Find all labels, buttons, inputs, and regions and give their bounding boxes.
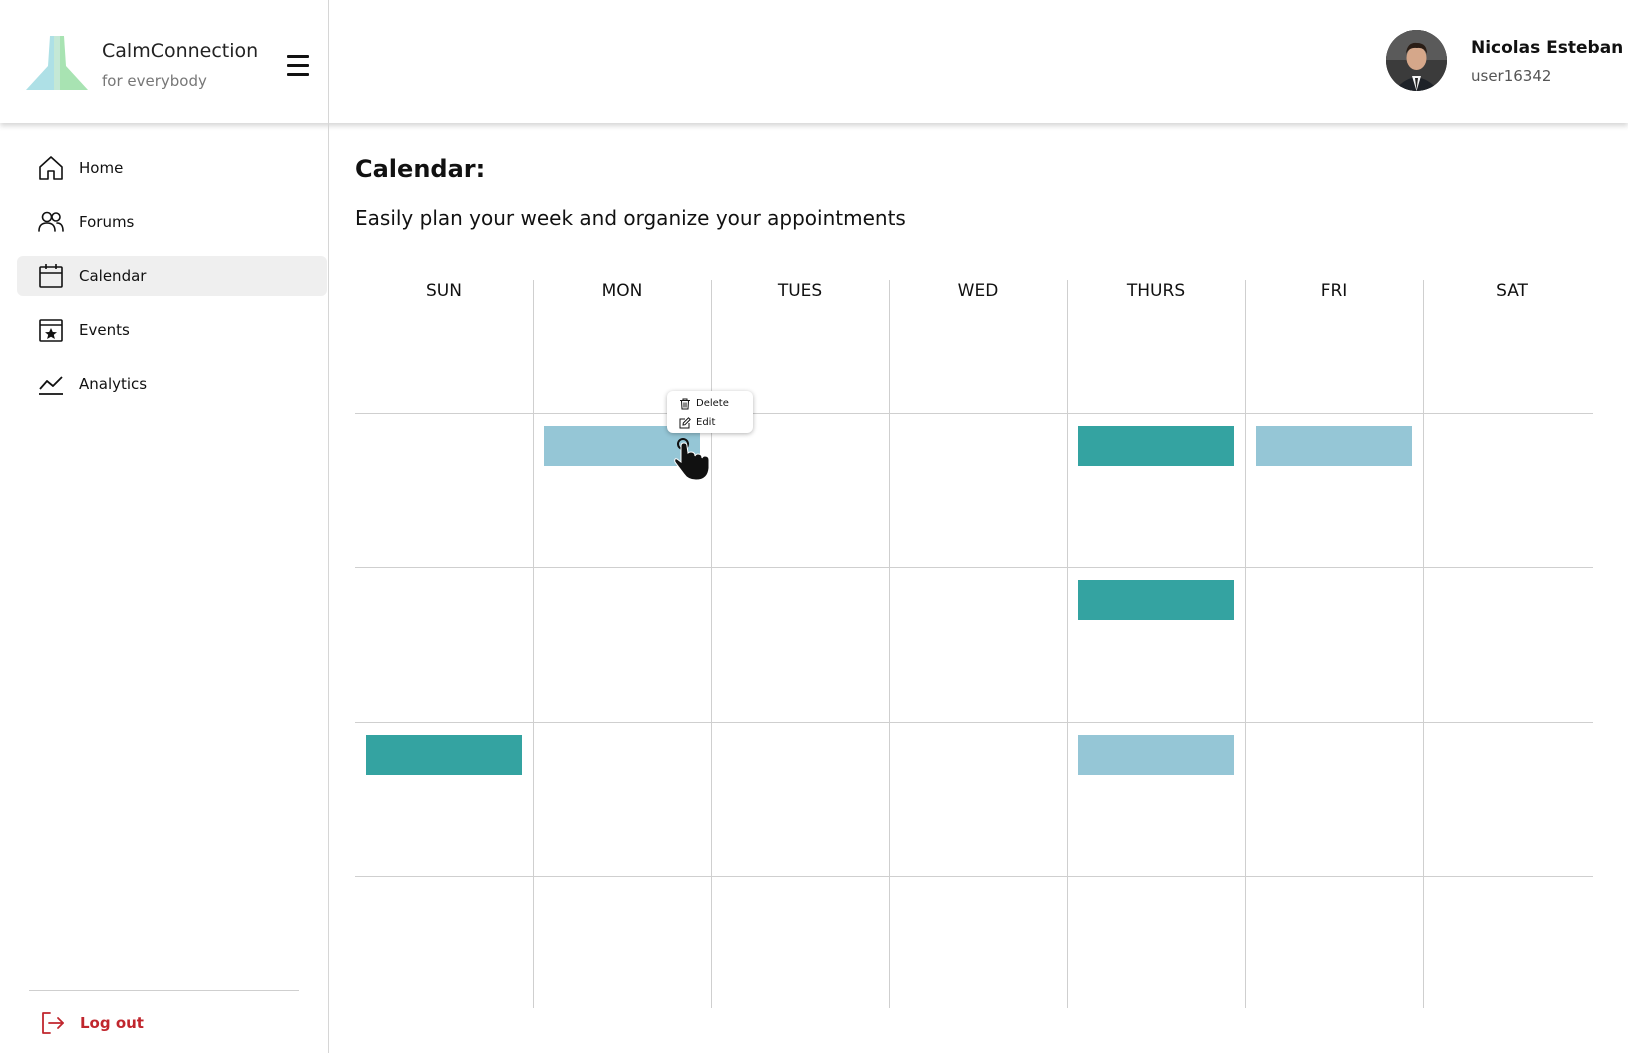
- sidebar-item-label: Analytics: [79, 375, 148, 393]
- row-divider: [355, 876, 1593, 877]
- logout-divider: [29, 990, 299, 991]
- day-header-thurs: THURS: [1126, 281, 1186, 301]
- column-divider: [1423, 280, 1424, 1008]
- column-divider: [1067, 280, 1068, 1008]
- users-icon: [38, 211, 64, 232]
- day-header-tues: TUES: [777, 281, 823, 301]
- event-context-menu: Delete Edit: [667, 391, 753, 433]
- top-header: CalmConnection for everybody Nicolas Est…: [0, 0, 1628, 123]
- edit-icon: [679, 417, 691, 429]
- column-divider: [533, 280, 534, 1008]
- column-divider: [711, 280, 712, 1008]
- chart-line-icon: [39, 376, 63, 395]
- calendar-event[interactable]: [1078, 735, 1234, 775]
- sidebar-item-label: Forums: [79, 213, 135, 231]
- user-name: Nicolas Esteban: [1471, 38, 1624, 58]
- menu-toggle-icon[interactable]: [287, 55, 309, 77]
- star-calendar-icon: [39, 319, 63, 342]
- day-header-fri: FRI: [1320, 281, 1348, 301]
- trash-icon: [680, 398, 690, 410]
- delete-label: Delete: [696, 398, 729, 409]
- sidebar-item-home[interactable]: Home: [17, 148, 327, 188]
- main-content: Calendar: Easily plan your week and orga…: [329, 123, 1628, 1053]
- logout-icon: [42, 1012, 64, 1034]
- delete-menu-item[interactable]: Delete: [679, 397, 749, 413]
- app-logo: [26, 36, 88, 90]
- row-divider: [355, 413, 1593, 414]
- calendar-event[interactable]: [1256, 426, 1412, 466]
- page-subtitle: Easily plan your week and organize your …: [355, 206, 906, 230]
- day-header-mon: MON: [601, 281, 643, 301]
- calendar-event[interactable]: [1078, 426, 1234, 466]
- sidebar-item-label: Home: [79, 159, 124, 177]
- day-header-sun: SUN: [426, 281, 462, 301]
- calendar-event[interactable]: [366, 735, 522, 775]
- home-icon: [39, 156, 63, 180]
- brand-tagline: for everybody: [102, 72, 207, 90]
- logout-label: Log out: [80, 1014, 144, 1032]
- page-title: Calendar:: [355, 155, 486, 183]
- avatar[interactable]: [1386, 30, 1447, 91]
- pointer-cursor-icon: [674, 438, 710, 481]
- calendar-icon: [39, 264, 63, 288]
- sidebar-item-label: Calendar: [79, 267, 147, 285]
- user-username: user16342: [1471, 67, 1552, 85]
- sidebar-item-calendar[interactable]: Calendar: [17, 256, 327, 296]
- sidebar: Home Forums Calendar Events Analytics Lo…: [0, 123, 328, 1053]
- row-divider: [355, 722, 1593, 723]
- sidebar-item-forums[interactable]: Forums: [17, 202, 327, 242]
- sidebar-item-events[interactable]: Events: [17, 310, 327, 350]
- day-header-sat: SAT: [1496, 281, 1528, 301]
- day-header-wed: WED: [957, 281, 999, 301]
- row-divider: [355, 567, 1593, 568]
- brand-name: CalmConnection: [102, 40, 259, 62]
- sidebar-item-label: Events: [79, 321, 130, 339]
- column-divider: [1245, 280, 1246, 1008]
- logout-button[interactable]: Log out: [29, 1005, 299, 1041]
- calendar-event[interactable]: [1078, 580, 1234, 620]
- edit-menu-item[interactable]: Edit: [679, 416, 749, 432]
- column-divider: [889, 280, 890, 1008]
- sidebar-item-analytics[interactable]: Analytics: [17, 364, 327, 404]
- edit-label: Edit: [696, 417, 716, 428]
- sidebar-divider: [328, 0, 329, 1053]
